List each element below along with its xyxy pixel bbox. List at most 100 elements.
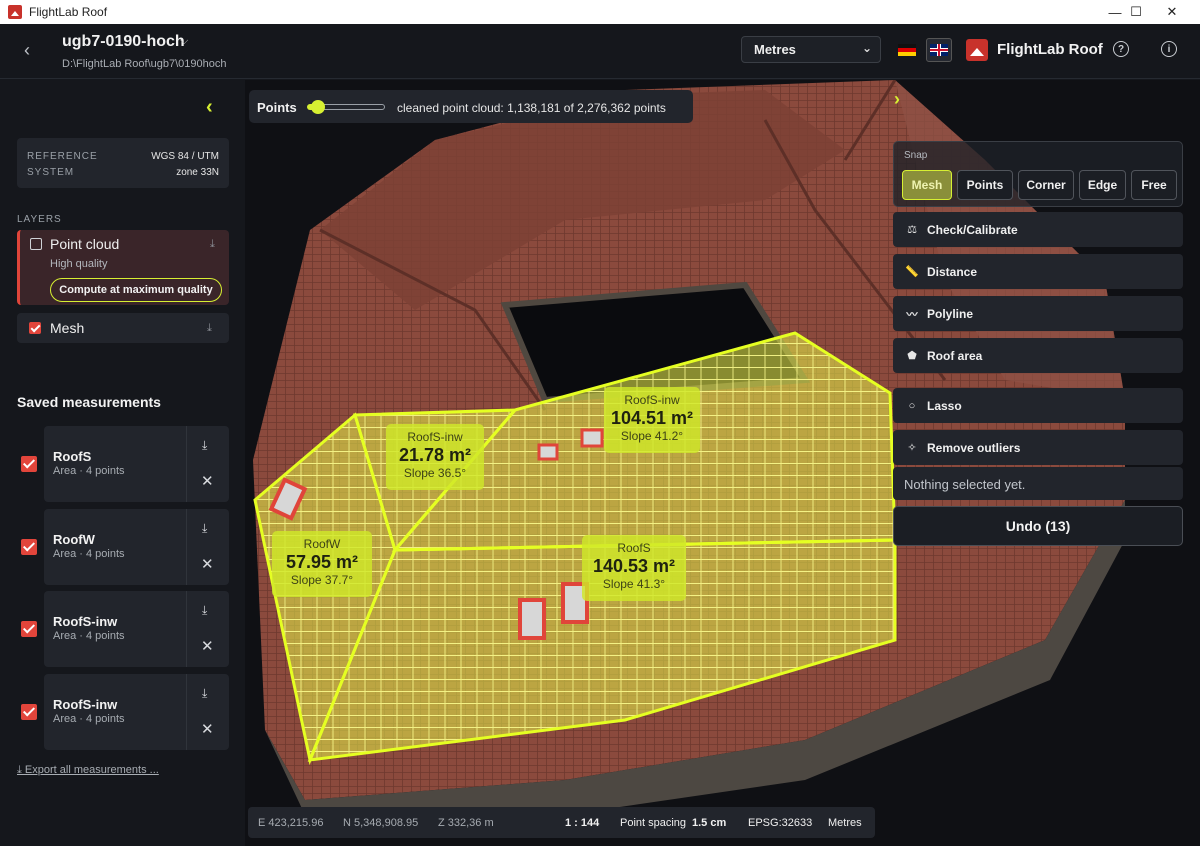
chevron-down-icon[interactable]: ⌵ [180,35,188,48]
compute-max-quality-button[interactable]: Compute at maximum quality [50,278,222,302]
download-icon[interactable]: ⤓ [202,521,207,536]
point-cloud-checkbox[interactable] [30,238,42,250]
chevron-down-icon: ⌄ [861,41,872,55]
area-label[interactable]: RoofS-inw 21.78 m² Slope 36.5° [386,424,484,490]
snap-mode-group: Snap Mesh Points Corner Edge Free [893,141,1183,207]
points-label: Points [257,100,297,115]
area-slope: Slope 41.2° [620,429,684,443]
measurement-item[interactable]: RoofW Area · 4 points ⤓ ✕ [17,509,229,585]
help-icon[interactable]: ? [1113,41,1129,57]
collapse-right-panel-icon[interactable]: › [894,89,900,110]
check-calibrate-button[interactable]: ⚖ Check/Calibrate [893,212,1183,247]
layer-point-cloud[interactable]: Point cloud ⤓ High quality Compute at ma… [17,230,229,305]
download-icon[interactable]: ⤓ [202,686,207,701]
area-slope: Slope 36.5° [403,466,467,480]
area-value: 104.51 m² [610,408,694,428]
selection-status: Nothing selected yet. [893,467,1183,500]
close-button[interactable]: ✕ [1149,0,1195,24]
download-icon[interactable]: ⤓ [210,238,215,251]
measurement-item[interactable]: RoofS-inw Area · 4 points ⤓ ✕ [17,674,229,750]
snap-edge-button[interactable]: Edge [1079,170,1126,200]
snap-corner-button[interactable]: Corner [1018,170,1074,200]
distance-button[interactable]: 📏 Distance [893,254,1183,289]
app-logo-icon [8,5,22,19]
brand-name: FlightLab Roof [997,41,1103,58]
scale-readout: 1 : 144 [565,817,600,829]
z-readout: Z 332,36 m [438,817,494,829]
layer-title: Mesh [50,320,85,336]
easting-readout: E 423,215.96 [258,817,324,829]
points-density-bar: Points cleaned point cloud: 1,138,181 of… [249,90,693,123]
layer-mesh[interactable]: Mesh ⤓ [17,313,229,343]
measurement-item[interactable]: RoofS-inw Area · 4 points ⤓ ✕ [17,591,229,667]
area-label[interactable]: RoofS-inw 104.51 m² Slope 41.2° [604,387,700,453]
delete-icon[interactable]: ✕ [201,637,214,655]
points-slider-handle[interactable] [311,100,325,114]
roof-area-button[interactable]: ⬟ Roof area [893,338,1183,373]
project-name[interactable]: ugb7-0190-hoch [62,33,185,51]
snap-free-button[interactable]: Free [1131,170,1177,200]
measurement-checkbox[interactable] [21,621,37,637]
snap-mesh-button[interactable]: Mesh [902,170,952,200]
tool-label: Polyline [927,306,974,321]
undo-button[interactable]: Undo (13) [893,506,1183,546]
divider [186,426,187,502]
divider [186,674,187,750]
ruler-icon: 📏 [905,266,919,278]
measurement-card[interactable]: RoofS Area · 4 points ⤓ ✕ [44,426,229,502]
tool-label: Remove outliers [927,440,1021,455]
area-slope: Slope 41.3° [602,577,666,591]
area-label[interactable]: RoofS 140.53 m² Slope 41.3° [582,535,686,601]
brand-logo-icon [966,39,988,61]
point-spacing-label: Point spacing [620,817,687,829]
measurement-name: RoofS-inw [53,697,118,712]
measurement-name: RoofS [53,449,92,464]
download-icon[interactable]: ⤓ [202,438,207,453]
measurement-desc: Area · 4 points [53,713,125,725]
area-slope: Slope 37.7° [290,573,354,587]
measurement-name: RoofW [53,532,95,547]
divider [186,509,187,585]
measurement-item[interactable]: RoofS Area · 4 points ⤓ ✕ [17,426,229,502]
measurement-checkbox[interactable] [21,539,37,555]
divider [186,591,187,667]
polyline-button[interactable]: 〰 Polyline [893,296,1183,331]
units-select[interactable]: Metres ⌄ [741,36,881,63]
area-label[interactable]: RoofW 57.95 m² Slope 37.7° [272,531,372,597]
uk-flag-icon[interactable] [926,38,952,62]
epsg-readout: EPSG:32633 [748,817,813,829]
project-path: D:\FlightLab Roof\ugb7\0190hoch [62,58,227,70]
collapse-left-panel-icon[interactable]: ‹ [206,96,213,119]
delete-icon[interactable]: ✕ [201,555,214,573]
download-icon[interactable]: ⤓ [207,322,212,335]
layer-title: Point cloud [50,236,120,252]
remove-outliers-button[interactable]: ✧ Remove outliers [893,430,1183,465]
measurement-card[interactable]: RoofW Area · 4 points ⤓ ✕ [44,509,229,585]
window-title: FlightLab Roof [29,5,108,19]
measurement-card[interactable]: RoofS-inw Area · 4 points ⤓ ✕ [44,674,229,750]
download-icon[interactable]: ⤓ [202,603,207,618]
snap-points-button[interactable]: Points [957,170,1013,200]
tool-label: Distance [927,264,978,279]
mesh-checkbox[interactable] [29,322,41,334]
back-icon[interactable]: ‹ [24,40,30,61]
left-panel: ‹ REFERENCE SYSTEM WGS 84 / UTM zone 33N… [0,80,245,846]
measurement-card[interactable]: RoofS-inw Area · 4 points ⤓ ✕ [44,591,229,667]
lasso-button[interactable]: ○ Lasso [893,388,1183,423]
reference-value: WGS 84 / UTM zone 33N [151,151,219,178]
area-value: 21.78 m² [398,445,472,465]
lasso-icon: ○ [908,399,916,412]
delete-icon[interactable]: ✕ [201,472,214,490]
delete-icon[interactable]: ✕ [201,720,214,738]
export-all-link[interactable]: ⤓ Export all measurements ... [17,764,159,777]
polyline-icon: 〰 [906,308,918,321]
app-header: ‹ ugb7-0190-hoch ⌵ D:\FlightLab Roof\ugb… [0,24,1200,79]
units-value: Metres [754,42,796,57]
info-icon[interactable]: i [1161,41,1177,57]
measurement-checkbox[interactable] [21,704,37,720]
pentagon-icon: ⬟ [907,350,917,362]
german-flag-icon[interactable] [898,44,916,56]
northing-readout: N 5,348,908.95 [343,817,419,829]
points-count-text: cleaned point cloud: 1,138,181 of 2,276,… [397,101,666,115]
measurement-checkbox[interactable] [21,456,37,472]
